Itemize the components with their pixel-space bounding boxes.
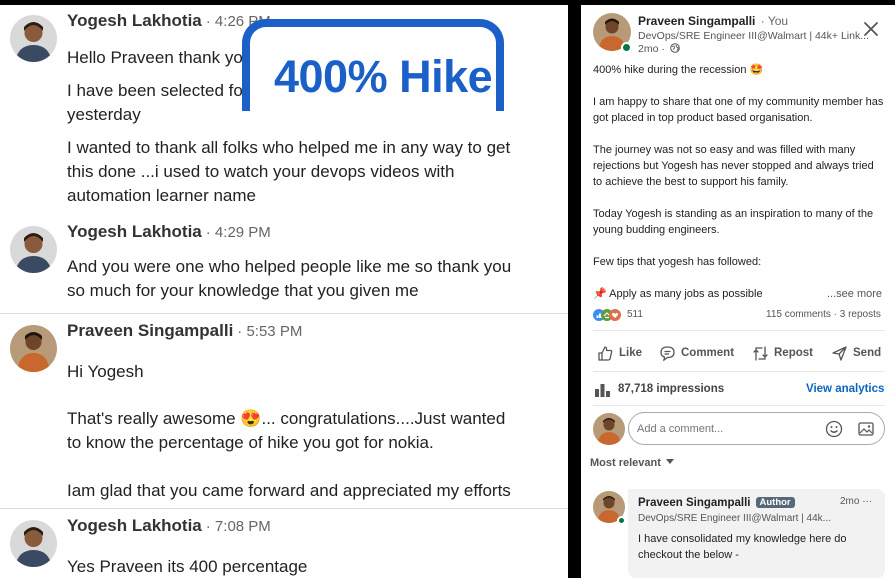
you-label: · You: [760, 14, 789, 28]
sender-name[interactable]: Yogesh Lakhotia: [67, 11, 202, 30]
message-time: · 4:29 PM: [205, 224, 271, 241]
message-header: Yogesh Lakhotia · 4:29 PM: [67, 222, 271, 242]
repost-label: Repost: [774, 347, 813, 359]
like-button[interactable]: Like: [597, 343, 642, 363]
message-text: I wanted to thank all folks who helped m…: [67, 138, 511, 157]
sender-name[interactable]: Yogesh Lakhotia: [67, 516, 202, 535]
comment-button[interactable]: Comment: [659, 343, 734, 363]
comment-label: Comment: [681, 347, 735, 359]
comment-icon: [660, 345, 675, 361]
see-more-link[interactable]: ...see more: [827, 288, 882, 300]
avatar[interactable]: [10, 520, 57, 567]
post-age: 2mo ·: [638, 43, 665, 55]
avatar[interactable]: [10, 15, 57, 62]
impressions-count: 87,718 impressions: [618, 383, 725, 395]
reaction-count[interactable]: 511: [627, 309, 643, 320]
message-text: That's really awesome 😍... congratulatio…: [67, 409, 506, 428]
post-text: The journey was not so easy and was fill…: [593, 144, 874, 188]
post-text: Today Yogesh is standing as an inspirati…: [593, 208, 874, 236]
globe-icon: [669, 43, 680, 53]
message-header: Yogesh Lakhotia · 7:08 PM: [67, 516, 271, 536]
comment-text: I have consolidated my knowledge here do…: [638, 533, 847, 561]
message-text: Iam glad that you came forward and appre…: [67, 481, 511, 500]
hike-overlay-badge: 400% Hike: [242, 19, 504, 111]
sender-name[interactable]: Yogesh Lakhotia: [67, 222, 202, 241]
close-icon[interactable]: [861, 19, 881, 39]
post-text: I am happy to share that one of my commu…: [593, 96, 884, 124]
commenter-name-row: Praveen Singampalli Author: [638, 497, 795, 509]
bar-chart-icon: [595, 384, 610, 397]
repost-button[interactable]: Repost: [752, 343, 813, 363]
current-user-avatar[interactable]: [593, 413, 625, 445]
online-status-icon: [621, 42, 632, 53]
post-text: 📌 Apply as many jobs as possible: [593, 288, 763, 300]
like-label: Like: [619, 347, 643, 359]
message-time: · 7:08 PM: [205, 518, 271, 535]
avatar[interactable]: [10, 226, 57, 273]
comment-card: Praveen Singampalli Author 2mo ··· DevOps…: [628, 489, 885, 578]
comment-input[interactable]: [637, 420, 817, 438]
comment-input-box[interactable]: [628, 412, 885, 445]
message-text: automation learner name: [67, 186, 257, 205]
message-text: this done ...i used to watch your devops…: [67, 162, 455, 181]
message-text: so much for your knowledge that you give…: [67, 281, 419, 300]
message-text: Hi Yogesh: [67, 362, 144, 381]
post-text: 400% hike during the recession 🤩: [593, 64, 764, 76]
divider: [0, 313, 568, 314]
comment-time-menu[interactable]: 2mo ···: [840, 496, 872, 507]
post-text: Few tips that yogesh has followed:: [593, 256, 762, 268]
emoji-icon[interactable]: [825, 420, 843, 438]
send-label: Send: [853, 347, 882, 359]
message-text: Yes Praveen its 400 percentage: [67, 557, 308, 576]
message-header: Praveen Singampalli · 5:53 PM: [67, 321, 302, 341]
sender-name[interactable]: Praveen Singampalli: [67, 321, 233, 340]
divider: [593, 330, 885, 331]
divider: [593, 405, 885, 406]
send-button[interactable]: Send: [831, 343, 881, 363]
comment-repost-stats[interactable]: 115 comments · 3 reposts: [766, 309, 881, 320]
sort-label: Most relevant: [590, 457, 661, 469]
message-text: And you were one who helped people like …: [67, 257, 512, 276]
chat-panel: Yogesh Lakhotia · 4:26 PM Hello Praveen t…: [0, 5, 568, 578]
online-status-icon: [617, 516, 626, 525]
message-time: · 5:53 PM: [237, 323, 303, 340]
image-icon[interactable]: [857, 420, 875, 438]
view-analytics-link[interactable]: View analytics: [806, 383, 884, 395]
hike-overlay-text: 400% Hike: [274, 51, 493, 102]
divider: [593, 371, 885, 372]
thumbs-up-icon: [598, 345, 613, 361]
post-author-name[interactable]: Praveen Singampalli: [638, 14, 755, 28]
reaction-icons[interactable]: [593, 308, 623, 322]
post-author: Praveen Singampalli · You: [638, 14, 788, 28]
like-reaction-icon: [593, 309, 621, 321]
commenter-name[interactable]: Praveen Singampalli: [638, 497, 751, 509]
author-badge: Author: [755, 497, 795, 508]
caret-down-icon: [665, 459, 674, 464]
comment-sort-dropdown[interactable]: Most relevant: [590, 457, 674, 469]
linkedin-post-panel: Praveen Singampalli · You DevOps/SRE Eng…: [581, 5, 895, 578]
send-icon: [832, 345, 847, 361]
message-header: Yogesh Lakhotia · 4:26 PM: [67, 11, 271, 31]
avatar[interactable]: [10, 325, 57, 372]
divider: [0, 508, 568, 509]
commenter-headline: DevOps/SRE Engineer III@Walmart | 44k...: [638, 513, 831, 524]
post-author-headline: DevOps/SRE Engineer III@Walmart | 44k+ L…: [638, 30, 869, 42]
repost-icon: [753, 345, 768, 361]
post-meta: 2mo ·: [638, 43, 680, 55]
message-text: to know the percentage of hike you got f…: [67, 433, 434, 452]
